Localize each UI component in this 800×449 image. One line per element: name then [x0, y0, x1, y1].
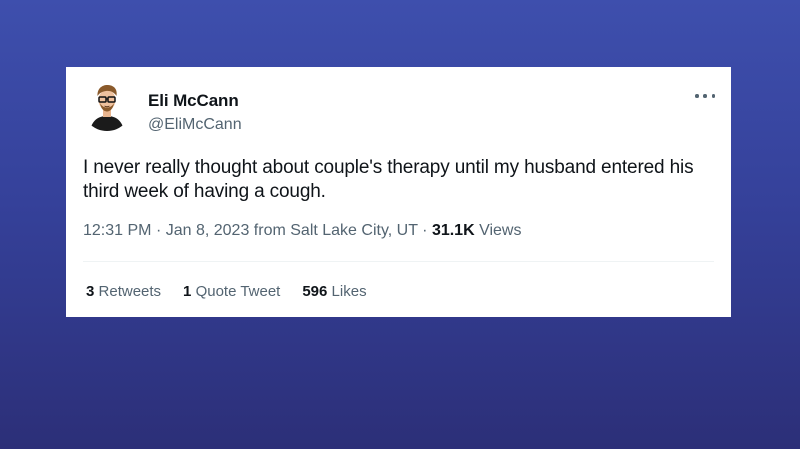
- tweet-location: from Salt Lake City, UT: [253, 222, 418, 239]
- dot: [711, 94, 715, 98]
- divider: [83, 261, 714, 262]
- quote-tweets-stat[interactable]: 1 Quote Tweet: [183, 283, 280, 300]
- quote-tweets-count: 1: [183, 283, 192, 300]
- views-label: Views: [479, 222, 522, 239]
- tweet-text: I never really thought about couple's th…: [83, 157, 694, 202]
- dot: [703, 94, 707, 98]
- avatar-illustration: [82, 81, 132, 131]
- meta-separator: ·: [155, 222, 162, 239]
- tweet-stats: 3 Retweets 1 Quote Tweet 596 Likes: [86, 283, 367, 300]
- retweets-stat[interactable]: 3 Retweets: [86, 283, 161, 300]
- views-count: 31.1K: [431, 222, 475, 239]
- dot: [695, 94, 699, 98]
- likes-stat[interactable]: 596 Likes: [302, 283, 366, 300]
- display-name[interactable]: Eli McCann: [148, 91, 239, 111]
- avatar[interactable]: [82, 81, 132, 131]
- retweets-label: Retweets: [98, 283, 162, 300]
- more-icon[interactable]: [695, 91, 715, 101]
- user-handle[interactable]: @EliMcCann: [148, 116, 242, 134]
- tweet-card[interactable]: Eli McCann @EliMcCann I never really tho…: [66, 67, 731, 317]
- meta-separator: ·: [422, 222, 428, 239]
- quote-tweets-label: Quote Tweet: [195, 283, 281, 300]
- tweet-date[interactable]: Jan 8, 2023: [166, 222, 250, 239]
- likes-count: 596: [302, 283, 328, 300]
- likes-label: Likes: [331, 283, 367, 300]
- retweets-count: 3: [86, 283, 95, 300]
- tweet-time[interactable]: 12:31 PM: [83, 222, 151, 239]
- tweet-meta: 12:31 PM · Jan 8, 2023 from Salt Lake Ci…: [83, 222, 521, 240]
